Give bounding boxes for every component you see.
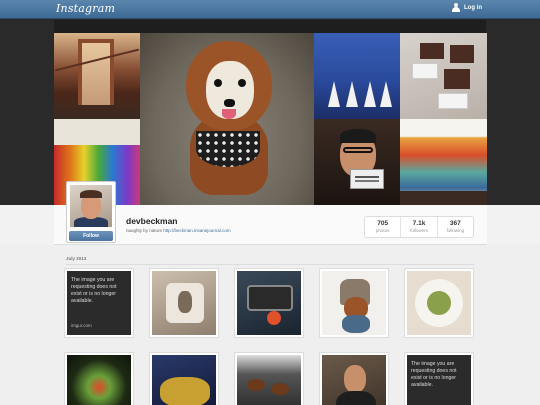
- login-label: Log in: [464, 4, 482, 11]
- gallery-photo-gadgets[interactable]: [234, 268, 304, 338]
- hero-edge-right: [486, 20, 540, 205]
- stat-following[interactable]: 367 following: [438, 217, 473, 237]
- login-button[interactable]: Log in: [452, 3, 482, 12]
- hero-photo-topman-boxes[interactable]: [400, 33, 487, 119]
- user-icon: [452, 3, 460, 12]
- instagram-logo[interactable]: Instagram: [56, 2, 115, 15]
- top-nav-bar: Instagram Log in: [0, 0, 540, 19]
- profile-bio: naughty by nature http://beckman.insanej…: [126, 228, 231, 233]
- gallery-photo-man[interactable]: [319, 352, 389, 405]
- stat-label: photos: [375, 228, 390, 233]
- stat-value: 7.1k: [412, 220, 426, 227]
- imgur-placeholder: The image you are requesting does not ex…: [67, 271, 131, 335]
- gallery-photo-grill[interactable]: [149, 352, 219, 405]
- stat-label: following: [446, 228, 465, 233]
- bio-text: naughty by nature: [126, 228, 164, 233]
- imgur-site-label: imgur.com: [71, 322, 92, 328]
- gallery-divider: [66, 264, 475, 265]
- imgur-message: The image you are requesting does not ex…: [71, 277, 117, 305]
- stat-value: 705: [377, 220, 389, 227]
- imgur-message: The image you are requesting does not ex…: [411, 361, 457, 389]
- stat-value: 367: [449, 220, 461, 227]
- follow-button[interactable]: Follow: [69, 231, 113, 241]
- gallery-photo-dog[interactable]: [319, 268, 389, 338]
- gallery-photo-imgur-2[interactable]: The image you are requesting does not ex…: [404, 352, 474, 405]
- hero-photo-sailboats[interactable]: [314, 33, 400, 119]
- bio-link[interactable]: http://beckman.insanejournal.com: [163, 228, 230, 233]
- gallery-photo-food[interactable]: [404, 268, 474, 338]
- month-label: July 2013: [66, 256, 87, 261]
- gallery-photo-burgers[interactable]: [234, 352, 304, 405]
- profile-stats: 705 photos 7.1k followers 367 following: [364, 216, 474, 238]
- hero-photo-dog[interactable]: [140, 33, 314, 205]
- hero-edge-left: [0, 20, 54, 205]
- gallery-photo-fireworks[interactable]: [64, 352, 134, 405]
- imgur-placeholder: The image you are requesting does not ex…: [407, 355, 471, 405]
- hero-photo-man-with-card[interactable]: [314, 119, 400, 205]
- stat-label: followers: [410, 228, 428, 233]
- profile-username: devbeckman: [126, 216, 178, 226]
- hero-photo-bridge[interactable]: [54, 33, 140, 119]
- stat-photos[interactable]: 705 photos: [365, 217, 402, 237]
- hero-photo-painting[interactable]: [400, 119, 487, 205]
- gallery-photo-pillow[interactable]: [149, 268, 219, 338]
- stat-followers[interactable]: 7.1k followers: [401, 217, 438, 237]
- gallery-photo-imgur[interactable]: The image you are requesting does not ex…: [64, 268, 134, 338]
- avatar: [70, 185, 112, 227]
